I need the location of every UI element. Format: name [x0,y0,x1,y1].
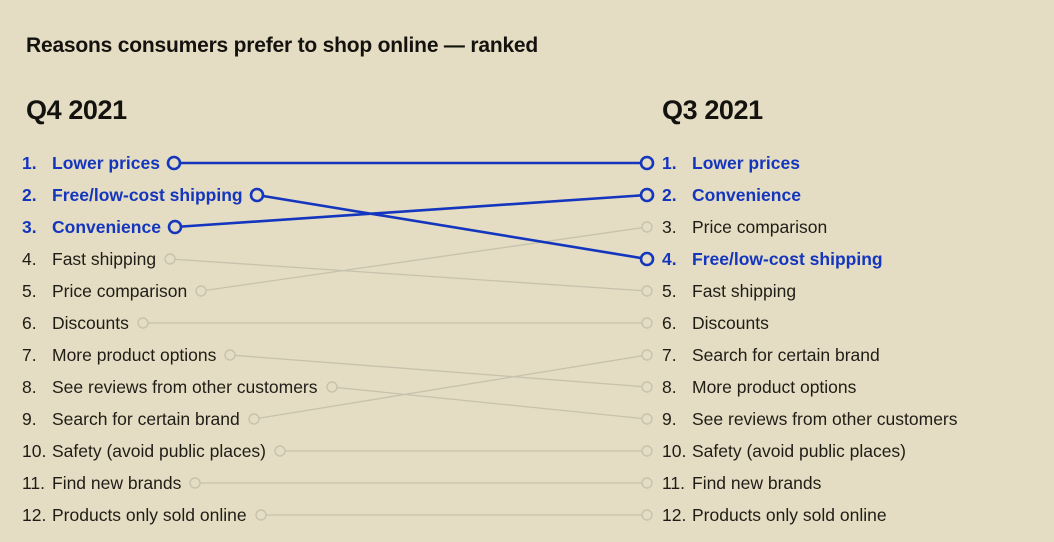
rank-label: Search for certain brand [692,345,880,365]
rank-label: Products only sold online [52,505,247,525]
rank-label: Discounts [692,313,769,333]
rank-number: 6. [22,313,37,333]
rank-number: 7. [662,345,677,365]
rank-row[interactable]: 3. Convenience [22,211,642,243]
rank-label: Find new brands [692,473,822,493]
column-header-left: Q4 2021 [26,95,127,125]
column-header-right: Q3 2021 [662,95,763,125]
rank-number: 3. [662,217,677,237]
rank-row[interactable]: 7. More product options [22,339,642,371]
rank-number: 1. [22,153,37,173]
rank-number: 8. [662,377,677,397]
rank-number: 12. [662,505,687,525]
rank-row[interactable]: 12. Products only sold online [22,499,642,531]
rank-endpoint-marker[interactable] [641,285,653,297]
rank-number: 2. [22,185,37,205]
rank-label: Search for certain brand [52,409,240,429]
rank-label: Lower prices [692,153,800,173]
rank-row[interactable]: 2. Free/low-cost shipping [22,179,642,211]
rank-number: 6. [662,313,677,333]
rank-row[interactable]: 6. Discounts [662,307,1042,339]
rank-endpoint-marker[interactable] [641,221,653,233]
rank-number: 7. [22,345,37,365]
rank-endpoint-marker[interactable] [641,381,653,393]
rank-label: Price comparison [52,281,188,301]
rank-label: Safety (avoid public places) [52,441,266,461]
rank-label: More product options [52,345,217,365]
rank-number: 10. [662,441,687,461]
rank-row[interactable]: 11. Find new brands [22,467,642,499]
rank-number: 1. [662,153,677,173]
rank-number: 12. [22,505,47,525]
rank-number: 3. [22,217,37,237]
rank-label: Price comparison [692,217,828,237]
rank-label: See reviews from other customers [692,409,958,429]
rank-endpoint-marker[interactable] [641,509,653,521]
rank-label: Free/low-cost shipping [692,249,883,269]
rank-row[interactable]: 7. Search for certain brand [662,339,1042,371]
rank-row[interactable]: 5. Fast shipping [662,275,1042,307]
rank-label: More product options [692,377,857,397]
rank-row[interactable]: 8. More product options [662,371,1042,403]
rank-label: Fast shipping [52,249,157,269]
rank-endpoint-marker[interactable] [641,477,653,489]
rank-row[interactable]: 6. Discounts [22,307,642,339]
rank-endpoint-marker[interactable] [641,317,653,329]
rank-number: 2. [662,185,677,205]
rank-row[interactable]: 9. See reviews from other customers [662,403,1042,435]
rank-endpoint-marker[interactable] [639,251,655,267]
rank-endpoint-marker[interactable] [639,187,655,203]
rank-number: 4. [662,249,677,269]
rank-number: 5. [662,281,677,301]
rank-list-left: 1. Lower prices 2. Free/low-cost shipping 3.… [22,147,642,531]
rank-label: Safety (avoid public places) [692,441,906,461]
rank-label: See reviews from other customers [52,377,318,397]
rank-row[interactable]: 3. Price comparison [662,211,1042,243]
rank-row[interactable]: 8. See reviews from other customers [22,371,642,403]
rank-label: Discounts [52,313,129,333]
rank-row[interactable]: 4. Free/low-cost shipping [662,243,1042,275]
rank-row[interactable]: 12. Products only sold online [662,499,1042,531]
rank-row[interactable]: 10. Safety (avoid public places) [22,435,642,467]
rank-label: Products only sold online [692,505,887,525]
rank-label: Convenience [692,185,801,205]
rank-endpoint-marker[interactable] [641,445,653,457]
rank-list-right: 1. Lower prices 2. Convenience 3. Price compa… [662,147,1042,531]
rank-label: Fast shipping [692,281,797,301]
rank-row[interactable]: 1. Lower prices [662,147,1042,179]
rank-number: 11. [662,473,686,493]
rank-endpoint-marker[interactable] [641,349,653,361]
rank-row[interactable]: 5. Price comparison [22,275,642,307]
rank-number: 10. [22,441,47,461]
rank-label: Free/low-cost shipping [52,185,243,205]
slopegraph-figure: Reasons consumers prefer to shop online … [0,0,1054,542]
rank-label: Convenience [52,217,161,237]
rank-number: 11. [22,473,46,493]
rank-label: Lower prices [52,153,160,173]
page-title: Reasons consumers prefer to shop online … [26,34,539,57]
rank-number: 5. [22,281,37,301]
rank-row[interactable]: 9. Search for certain brand [22,403,642,435]
rank-row[interactable]: 4. Fast shipping [22,243,642,275]
rank-label: Find new brands [52,473,182,493]
rank-row[interactable]: 2. Convenience [662,179,1042,211]
rank-row[interactable]: 11. Find new brands [662,467,1042,499]
rank-number: 9. [662,409,677,429]
rank-number: 4. [22,249,37,269]
rank-row[interactable]: 1. Lower prices [22,147,642,179]
rank-endpoint-marker[interactable] [639,155,655,171]
rank-row[interactable]: 10. Safety (avoid public places) [662,435,1042,467]
rank-number: 8. [22,377,37,397]
rank-endpoint-marker[interactable] [641,413,653,425]
rank-number: 9. [22,409,37,429]
